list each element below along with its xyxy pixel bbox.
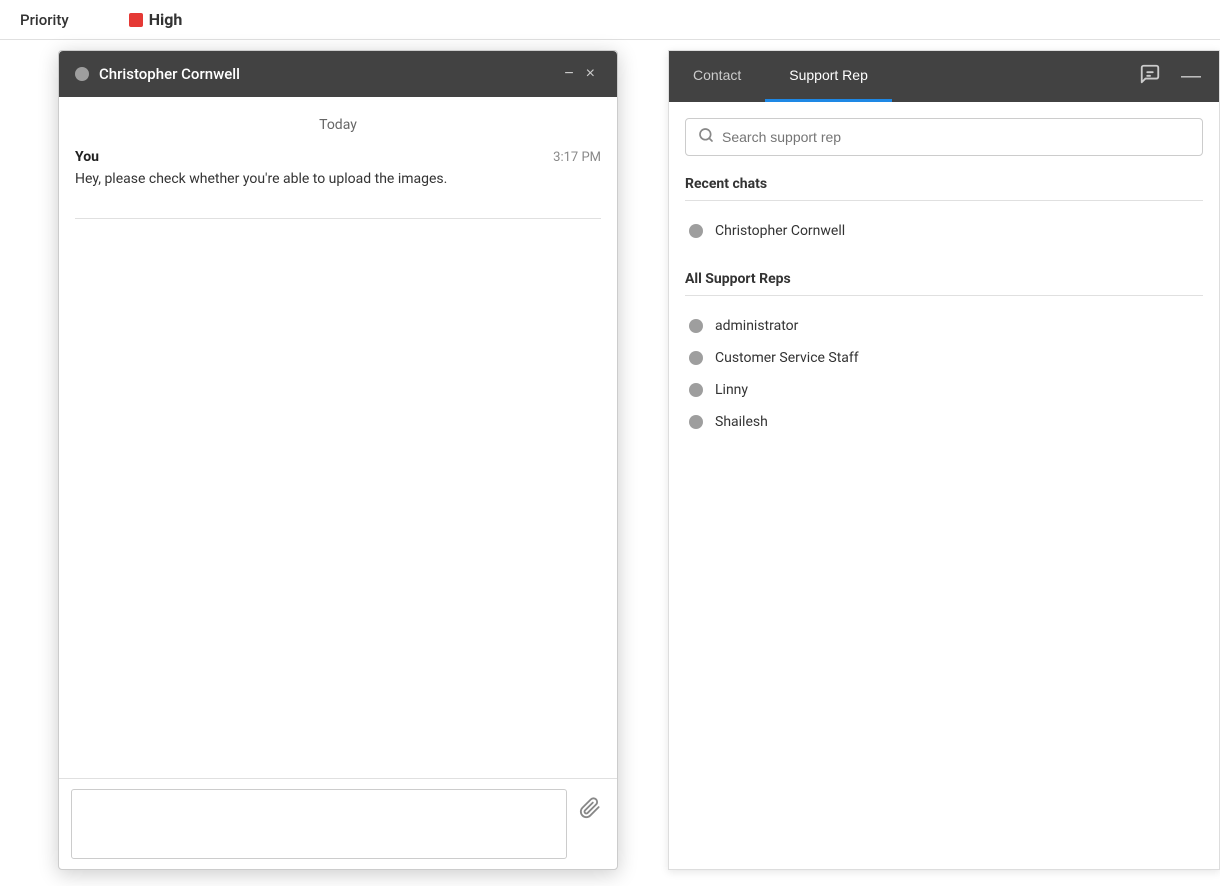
list-item[interactable]: Linny bbox=[685, 374, 1203, 406]
rep-status-dot bbox=[689, 351, 703, 365]
chat-divider bbox=[75, 218, 601, 219]
list-item[interactable]: administrator bbox=[685, 310, 1203, 342]
tab-support-rep[interactable]: Support Rep bbox=[765, 51, 892, 102]
chat-close-button[interactable]: × bbox=[580, 66, 601, 82]
recent-chats-section: Recent chats Christopher Cornwell bbox=[685, 176, 1203, 247]
right-panel: Contact Support Rep — bbox=[668, 50, 1220, 870]
rep-name: Christopher Cornwell bbox=[715, 223, 845, 239]
rep-status-dot bbox=[689, 319, 703, 333]
chat-message-meta: You 3:17 PM bbox=[75, 149, 601, 165]
rep-name: Customer Service Staff bbox=[715, 350, 859, 366]
list-item[interactable]: Christopher Cornwell bbox=[685, 215, 1203, 247]
priority-label: Priority bbox=[20, 11, 69, 29]
rep-name: administrator bbox=[715, 318, 798, 334]
tab-contact[interactable]: Contact bbox=[669, 51, 765, 102]
chat-footer bbox=[59, 778, 617, 869]
rep-status-dot bbox=[689, 383, 703, 397]
list-item[interactable]: Customer Service Staff bbox=[685, 342, 1203, 374]
all-reps-header: All Support Reps bbox=[685, 271, 1203, 296]
chat-window: Christopher Cornwell − × Today You 3:17 … bbox=[58, 50, 618, 870]
rep-status-dot bbox=[689, 415, 703, 429]
minimize-panel-button[interactable]: — bbox=[1175, 61, 1207, 92]
chat-message-text: Hey, please check whether you're able to… bbox=[75, 169, 601, 190]
right-panel-body: Recent chats Christopher Cornwell All Su… bbox=[669, 102, 1219, 869]
right-panel-header: Contact Support Rep — bbox=[669, 51, 1219, 102]
chat-title: Christopher Cornwell bbox=[99, 65, 558, 83]
chat-time: 3:17 PM bbox=[553, 150, 601, 165]
all-reps-section: All Support Reps administrator Customer … bbox=[685, 271, 1203, 438]
search-box bbox=[685, 118, 1203, 156]
chat-icon-button[interactable] bbox=[1133, 59, 1167, 94]
rep-name: Linny bbox=[715, 382, 748, 398]
list-item[interactable]: Shailesh bbox=[685, 406, 1203, 438]
rep-name: Shailesh bbox=[715, 414, 768, 430]
chat-body: Today You 3:17 PM Hey, please check whet… bbox=[59, 97, 617, 778]
chat-attach-button[interactable] bbox=[575, 793, 605, 829]
search-icon bbox=[698, 127, 714, 147]
chat-message-row: You 3:17 PM Hey, please check whether yo… bbox=[75, 149, 601, 190]
chat-sender: You bbox=[75, 149, 99, 165]
priority-dot: High bbox=[129, 10, 183, 29]
chat-minimize-button[interactable]: − bbox=[558, 66, 579, 82]
chat-status-dot bbox=[75, 67, 89, 81]
panel-actions: — bbox=[1133, 59, 1219, 94]
chat-input[interactable] bbox=[71, 789, 567, 859]
rep-status-dot bbox=[689, 224, 703, 238]
chat-header: Christopher Cornwell − × bbox=[59, 51, 617, 97]
recent-chats-header: Recent chats bbox=[685, 176, 1203, 201]
priority-dot-indicator bbox=[129, 13, 143, 27]
priority-value: High bbox=[149, 10, 183, 29]
search-input[interactable] bbox=[722, 129, 1190, 145]
chat-date: Today bbox=[75, 117, 601, 133]
priority-row: Priority High bbox=[0, 0, 1220, 40]
